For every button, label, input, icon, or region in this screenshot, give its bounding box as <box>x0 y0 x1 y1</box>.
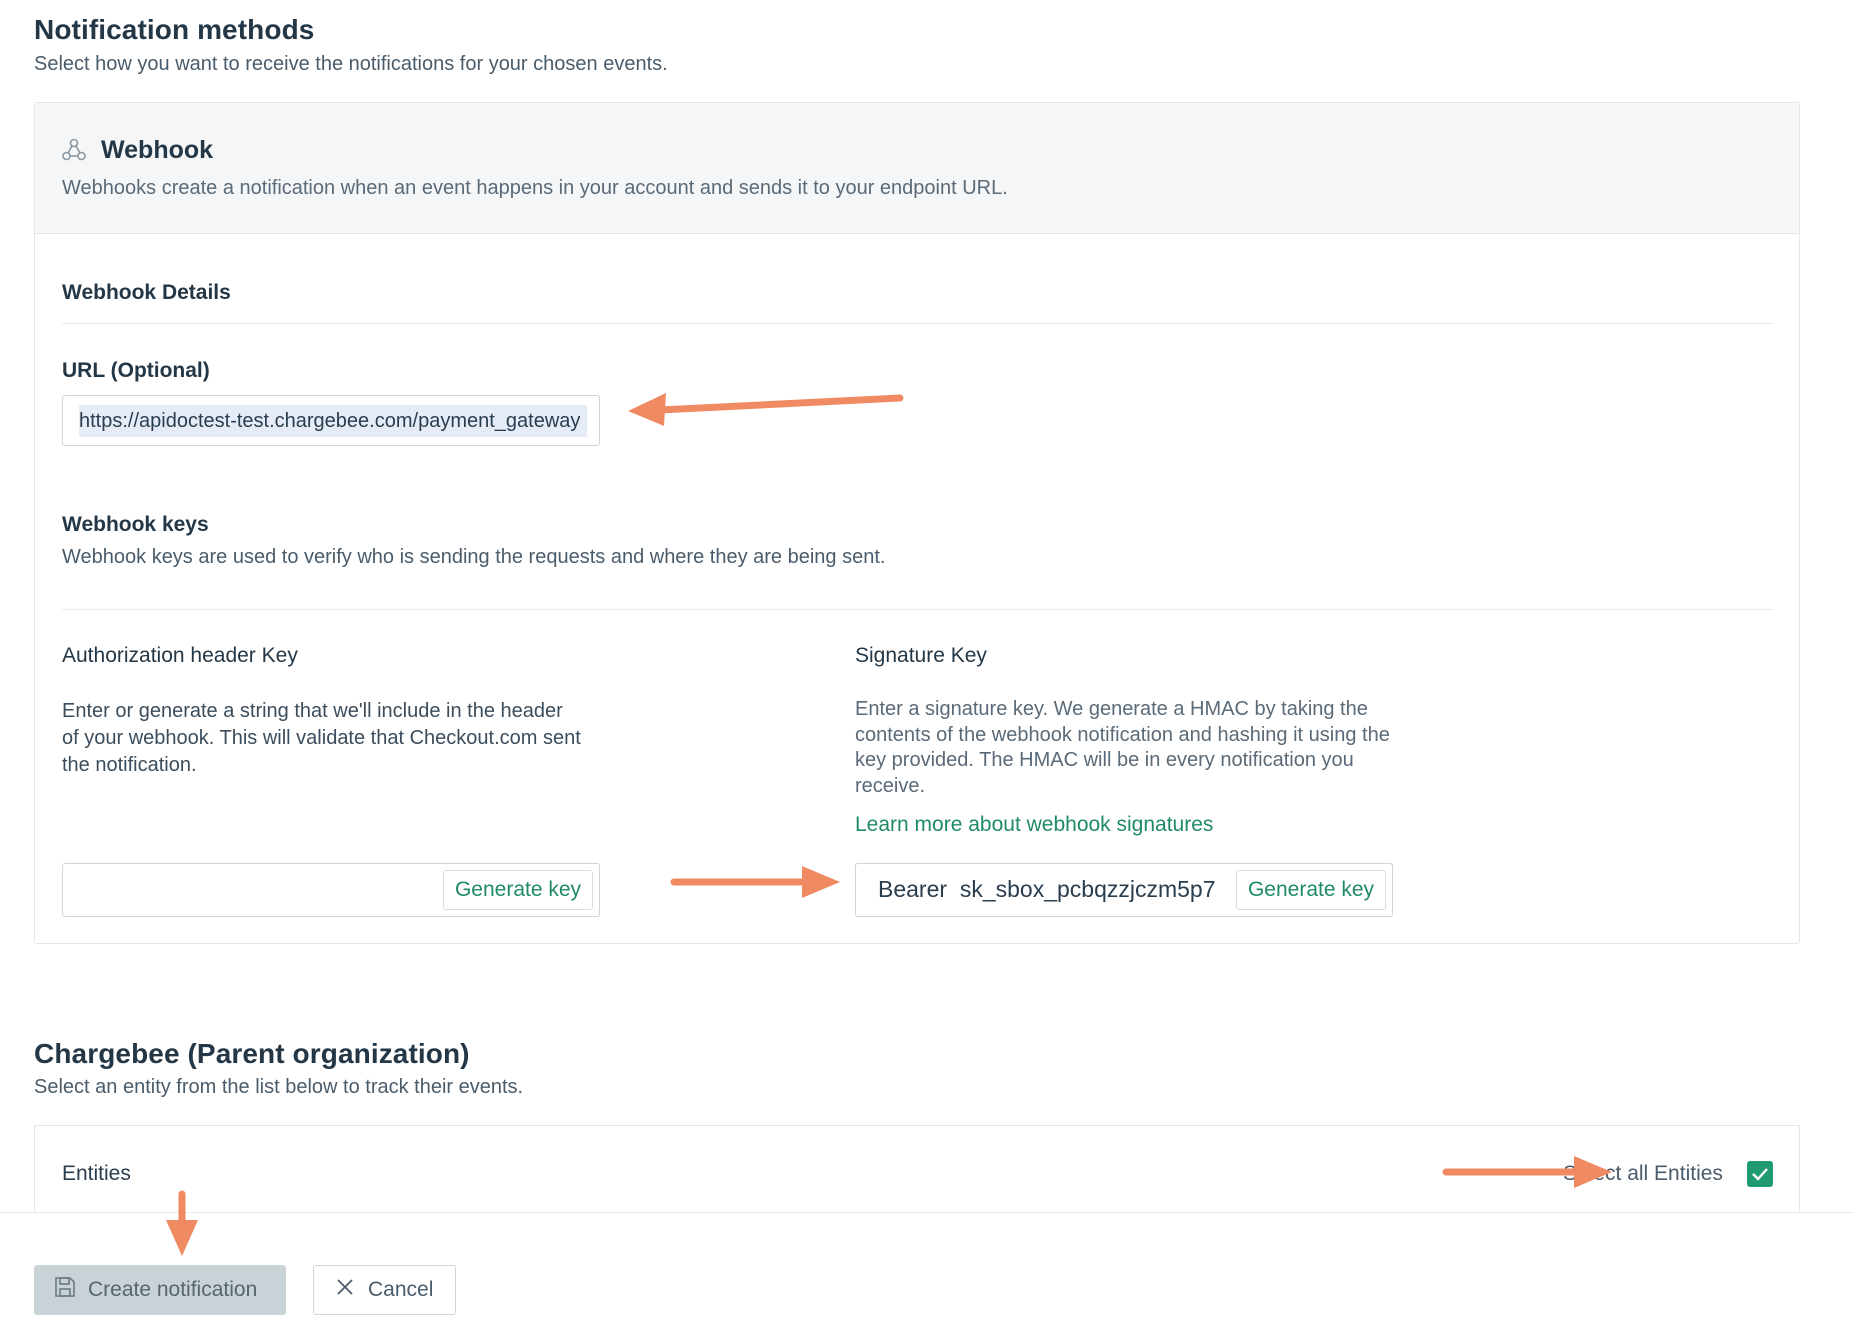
annotation-arrow-create <box>166 1190 198 1256</box>
webhook-signatures-link[interactable]: Learn more about webhook signatures <box>855 813 1213 837</box>
signature-generate-key-button[interactable]: Generate key <box>1236 870 1386 910</box>
url-input[interactable]: https://apidoctest-test.chargebee.com/pa… <box>62 395 600 446</box>
webhook-keys-title: Webhook keys <box>62 513 209 536</box>
webhook-title: Webhook <box>101 136 214 164</box>
signature-key-label: Signature Key <box>855 644 987 667</box>
select-all-entities-checkbox[interactable] <box>1747 1161 1773 1187</box>
annotation-arrow-select-all <box>1442 1156 1612 1188</box>
webhook-details-label: Webhook Details <box>62 281 231 304</box>
parent-org-title: Chargebee (Parent organization) <box>34 1038 470 1069</box>
webhook-card-header: Webhook Webhooks create a notification w… <box>35 103 1799 234</box>
auth-key-label: Authorization header Key <box>62 644 298 667</box>
signature-key-input[interactable]: Bearer sk_sbox_pcbqzzjczm5p7 Generate ke… <box>855 863 1393 917</box>
page-title: Notification methods <box>34 14 315 45</box>
create-notification-label: Create notification <box>88 1278 258 1301</box>
webhook-keys-description: Webhook keys are used to verify who is s… <box>62 546 886 568</box>
auth-key-input[interactable]: Generate key <box>62 863 600 917</box>
save-icon <box>54 1276 76 1304</box>
divider <box>62 323 1774 324</box>
cancel-label: Cancel <box>368 1278 434 1301</box>
url-input-value: https://apidoctest-test.chargebee.com/pa… <box>79 405 587 437</box>
create-notification-button[interactable]: Create notification <box>34 1265 286 1315</box>
url-label: URL (Optional) <box>62 359 210 382</box>
webhook-icon <box>61 137 87 168</box>
entities-label: Entities <box>62 1162 131 1185</box>
annotation-arrow-signature <box>670 866 840 898</box>
annotation-arrow-url <box>628 393 904 426</box>
page-subtitle: Select how you want to receive the notif… <box>34 53 668 75</box>
auth-key-description: Enter or generate a string that we'll in… <box>62 700 581 776</box>
webhook-card: Webhook Webhooks create a notification w… <box>34 102 1800 944</box>
cancel-button[interactable]: Cancel <box>313 1265 456 1315</box>
webhook-description: Webhooks create a notification when an e… <box>62 177 1008 199</box>
signature-key-value: Bearer sk_sbox_pcbqzzjczm5p7 <box>878 876 1216 902</box>
divider <box>62 609 1774 610</box>
close-icon <box>336 1278 354 1302</box>
signature-key-description: Enter a signature key. We generate a HMA… <box>855 698 1390 797</box>
auth-generate-key-button[interactable]: Generate key <box>443 870 593 910</box>
parent-org-subtitle: Select an entity from the list below to … <box>34 1076 524 1098</box>
